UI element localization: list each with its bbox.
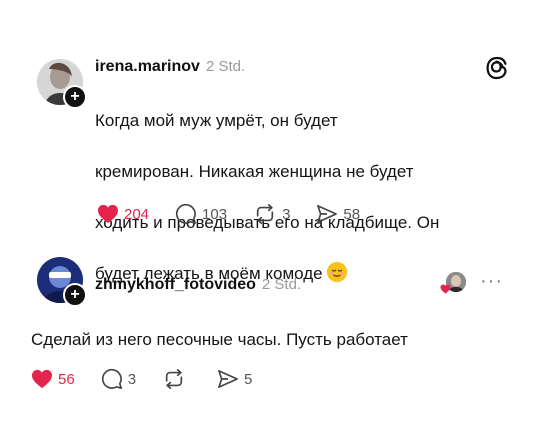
share-count: 5 [244,370,253,388]
like-button[interactable]: 56 [31,369,75,389]
post-header: irena.marinov 2 Std. [95,58,245,76]
repost-button[interactable]: 3 [253,203,290,225]
post-header: zhmykhoff_fotovideo 2 Std. [95,276,301,294]
reply-button[interactable]: 103 [175,203,227,225]
more-icon[interactable]: ··· [480,270,503,293]
post-text-line: кремирован. Никакая женщина не будет [95,161,414,181]
post-actions: 56 3 5 [31,368,278,390]
repost-icon [165,369,183,389]
reply-count: 3 [127,370,137,388]
follow-plus-icon[interactable]: + [63,283,87,307]
threads-logo-icon[interactable] [486,56,508,85]
heart-icon [32,369,52,389]
send-icon [317,205,338,223]
like-count: 56 [58,370,75,388]
like-button[interactable]: 204 [97,204,149,224]
post-actions: 204 103 3 58 [97,203,386,225]
avatar-wrap[interactable]: + [37,59,87,109]
comment-icon [175,203,197,224]
timestamp: 2 Std. [261,276,302,293]
share-count: 58 [343,205,361,223]
heart-icon [98,204,118,224]
share-button[interactable]: 5 [217,369,252,389]
timestamp: 2 Std. [205,58,246,75]
share-button[interactable]: 58 [316,204,360,224]
follow-plus-icon[interactable]: + [63,85,87,109]
post-text-line: Когда мой муж умрёт, он будет [95,110,338,130]
reply-button[interactable]: 3 [101,368,136,390]
post-2: + zhmykhoff_fotovideo 2 Std. ··· Сделай и… [0,240,549,428]
repost-count: 3 [282,205,291,223]
send-icon [218,370,238,388]
username[interactable]: irena.marinov [95,58,200,75]
like-count: 204 [124,205,150,223]
username[interactable]: zhmykhoff_fotovideo [95,276,256,293]
comment-icon [101,368,122,389]
post-1: + irena.marinov 2 Std. Когда мой муж умрё… [0,0,549,283]
reply-count: 103 [202,205,228,223]
repost-icon [256,204,274,224]
post-text: Сделай из него песочные часы. Пусть рабо… [31,330,408,349]
author-liked-indicator [440,272,466,296]
avatar-wrap[interactable]: + [37,257,87,307]
repost-button[interactable] [162,368,191,390]
heart-icon [440,284,451,294]
